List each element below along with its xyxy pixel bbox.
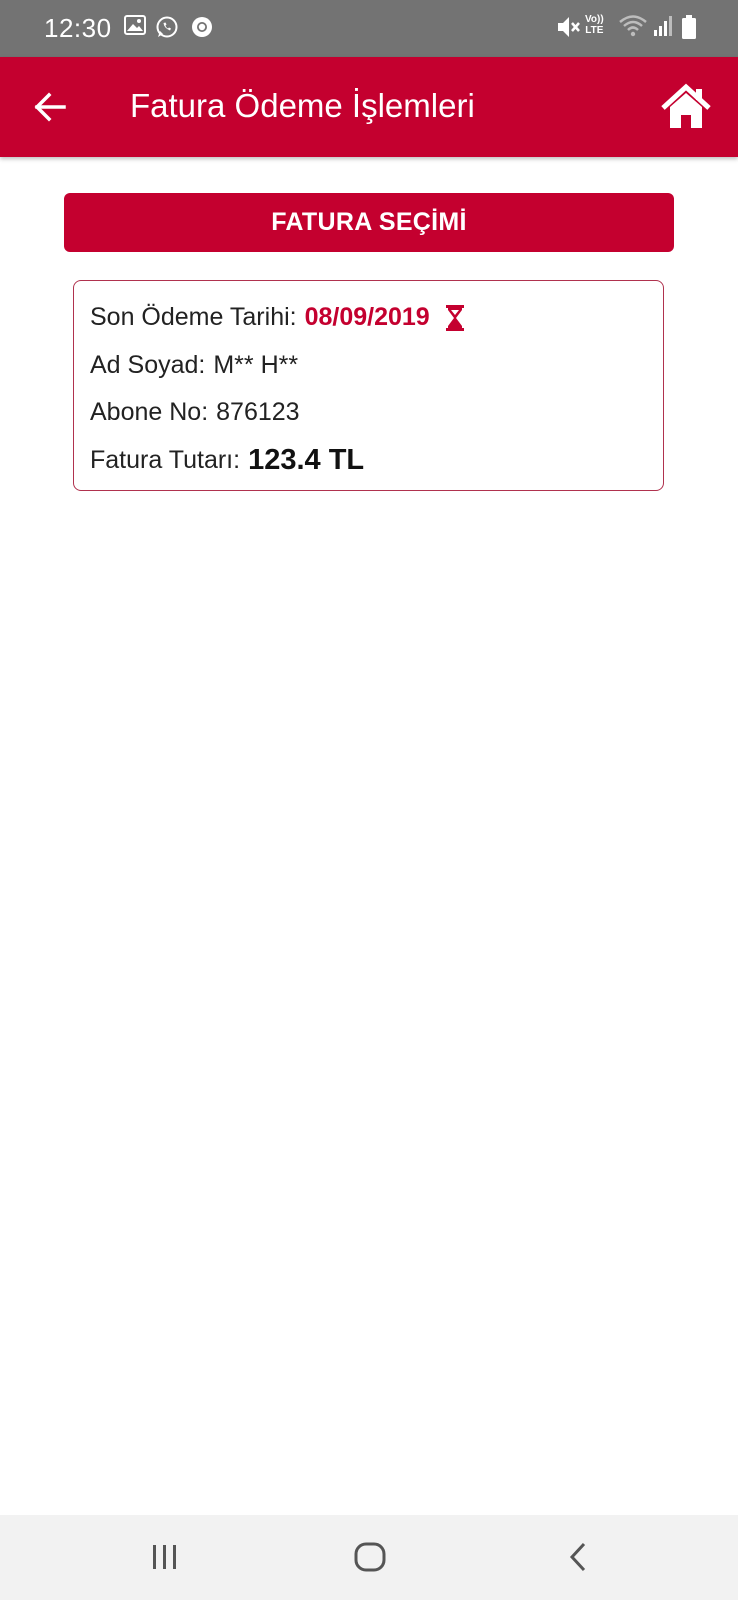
due-date-label: Son Ödeme Tarihi: [90, 303, 297, 331]
subscriber-value: 876123 [216, 398, 300, 426]
bill-selection-button[interactable]: FATURA SEÇİMİ [64, 193, 674, 252]
amount-value: 123.4 TL [248, 444, 365, 476]
app-bar: Fatura Ödeme İşlemleri [0, 57, 738, 157]
volte-label: Vo)) [585, 14, 604, 25]
page-title: Fatura Ödeme İşlemleri [130, 87, 475, 124]
home-circle-icon[interactable] [352, 1537, 388, 1577]
recents-icon[interactable] [150, 1537, 180, 1577]
arrow-left-icon[interactable] [30, 87, 70, 127]
network-type-label: Vo)) LTE [585, 14, 604, 36]
status-bar: 12:30 Vo)) LTE [0, 0, 738, 57]
chrome-icon [192, 17, 212, 37]
name-row: Ad Soyad: M** H** [90, 351, 298, 380]
bill-card[interactable]: Son Ödeme Tarihi: 08/09/2019 Ad Soyad: M… [73, 280, 664, 491]
hourglass-icon [445, 304, 464, 331]
amount-row: Fatura Tutarı: 123.4 TL [90, 444, 364, 477]
amount-label: Fatura Tutarı: [90, 446, 241, 474]
mute-icon [558, 17, 580, 37]
home-icon[interactable] [660, 83, 712, 131]
battery-icon [682, 15, 696, 39]
back-chevron-icon[interactable] [564, 1537, 594, 1577]
status-time: 12:30 [44, 13, 112, 43]
subscriber-label: Abone No: [90, 398, 209, 426]
system-nav-bar [0, 1515, 738, 1600]
signal-icon [654, 16, 672, 36]
image-icon [124, 15, 146, 35]
wifi-icon [619, 15, 647, 37]
name-value: M** H** [213, 351, 299, 379]
subscriber-row: Abone No: 876123 [90, 398, 300, 427]
whatsapp-icon [156, 16, 178, 38]
name-label: Ad Soyad: [90, 351, 206, 379]
due-date-value: 08/09/2019 [304, 303, 430, 331]
lte-label: LTE [585, 25, 604, 36]
due-date-row: Son Ödeme Tarihi: 08/09/2019 [90, 303, 466, 332]
